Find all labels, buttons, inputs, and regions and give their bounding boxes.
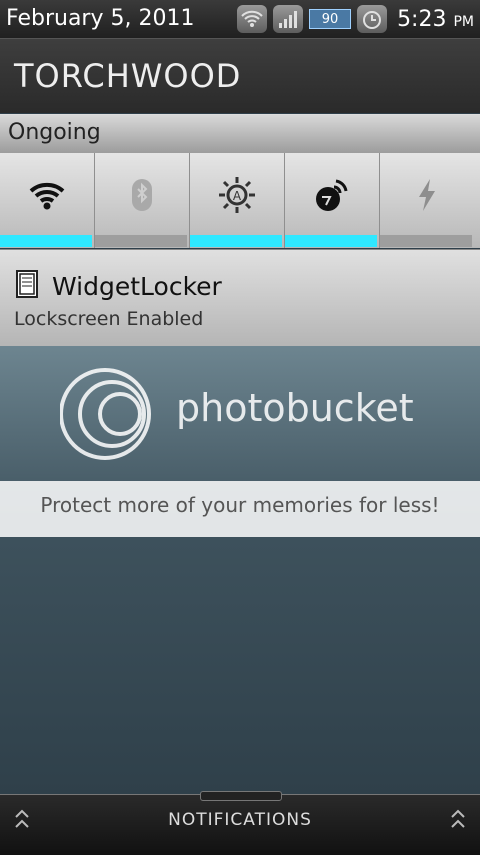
notifications-bar[interactable]: NOTIFICATIONS [0, 791, 480, 855]
alarm-icon [357, 5, 388, 33]
wifi-icon [29, 182, 65, 210]
sync-icon [316, 179, 348, 211]
watermark-banner: Protect more of your memories for less! [0, 481, 480, 537]
flashlight-icon [419, 179, 435, 211]
status-time: 5:23 PM [397, 7, 474, 32]
notification-status: Lockscreen Enabled [14, 308, 204, 330]
bluetooth-icon [132, 179, 152, 211]
widgetlocker-icon [16, 270, 38, 298]
wallpaper: photobucket Protect more of your memorie… [0, 346, 480, 794]
notification-title: WidgetLocker [52, 272, 222, 301]
notification-widgetlocker[interactable]: WidgetLocker Lockscreen Enabled [0, 249, 480, 346]
toggle-indicator [0, 235, 92, 247]
watermark-banner-text: Protect more of your memories for less! [40, 493, 440, 517]
quick-toggles: A [0, 153, 480, 248]
toggle-brightness[interactable]: A [190, 153, 285, 248]
carrier-name: TORCHWOOD [14, 57, 242, 95]
drag-handle[interactable] [200, 791, 282, 801]
svg-text:A: A [233, 189, 242, 203]
toggle-indicator [380, 235, 472, 247]
status-icons: 90 5:23 PM [237, 4, 474, 34]
status-date: February 5, 2011 [6, 6, 195, 31]
notifications-label: NOTIFICATIONS [168, 810, 312, 830]
signal-icon [273, 5, 304, 33]
toggle-flashlight[interactable] [380, 153, 474, 248]
wifi-icon [237, 5, 268, 33]
section-title: Ongoing [8, 120, 101, 145]
status-ampm: PM [453, 13, 474, 30]
battery-icon: 90 [309, 9, 352, 29]
toggle-bluetooth[interactable] [95, 153, 190, 248]
carrier-bar: TORCHWOOD [0, 39, 480, 113]
toggle-wifi[interactable] [0, 153, 95, 248]
toggle-indicator [190, 235, 282, 247]
status-time-value: 5:23 [397, 6, 447, 32]
toggle-indicator [285, 235, 377, 247]
section-header-ongoing: Ongoing [0, 114, 480, 153]
status-bar: February 5, 2011 90 5:23 PM [0, 0, 480, 39]
watermark-text: photobucket [176, 386, 414, 430]
chevron-up-icon [451, 809, 465, 828]
toggle-indicator [95, 235, 187, 247]
toggle-sync[interactable] [285, 153, 380, 248]
brightness-icon: A [219, 177, 255, 213]
